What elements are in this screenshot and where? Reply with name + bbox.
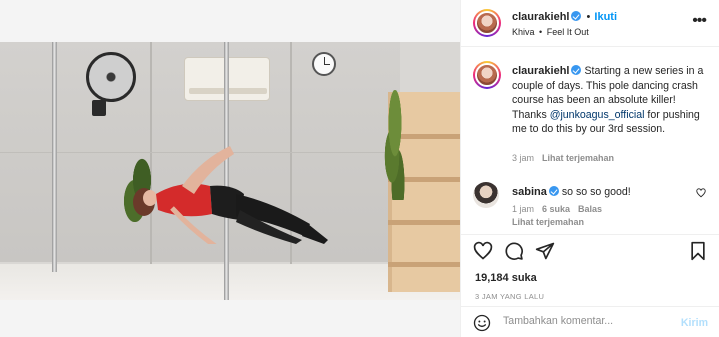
caption-meta: 3 jam Lihat terjemahan [512,153,614,163]
hanging-plant [380,90,410,200]
comment-translate-link[interactable]: Lihat terjemahan [512,217,584,227]
post-comment-button[interactable]: Kirim [681,317,708,329]
post-timestamp[interactable]: 3 JAM YANG LALU [475,292,544,301]
avatar-photo [473,182,499,208]
comment-meta: 1 jam 6 suka Balas [512,204,602,214]
like-button[interactable] [472,240,494,262]
post-media[interactable] [0,0,460,337]
share-icon [535,242,555,260]
likes-count[interactable]: 19,184 suka [475,272,537,284]
mention-link[interactable]: @junkoagus_official [550,109,645,121]
verified-badge-icon [571,11,582,21]
emoji-button[interactable] [473,314,491,335]
post-subtitle: Khiva • Feel It Out [512,27,589,37]
verified-badge-icon [571,65,582,75]
author-avatar[interactable] [473,9,501,37]
caption-avatar[interactable] [473,61,501,89]
wall-clock [312,52,336,76]
comment-text: sabina so so so good! [512,186,631,198]
bookmark-icon [691,241,705,261]
caption-time[interactable]: 3 jam [512,153,534,163]
comment-input[interactable] [503,315,673,327]
comment-item: sabina so so so good! 1 jam 6 suka Balas L… [461,180,719,232]
comment-body: so so so good! [561,186,631,198]
heart-icon [473,241,493,260]
location-link[interactable]: Khiva [512,27,535,37]
audio-link[interactable]: Feel It Out [547,27,589,37]
more-options-button[interactable]: ••• [692,12,707,29]
comment-translate-row: Lihat terjemahan [512,217,584,227]
wall-fan-mount [92,100,106,116]
dance-pole [52,42,57,272]
avatar-photo [475,11,499,35]
follow-button[interactable]: Ikuti [594,11,617,23]
caption-text: claurakiehl Starting a new series in a c… [512,64,712,137]
heart-icon [696,188,706,198]
share-button[interactable] [534,240,556,262]
dancer-figure [133,146,328,244]
post-header: claurakiehl • Ikuti Khiva • Feel It Out •… [461,0,719,47]
author-username[interactable]: claurakiehl [512,11,569,23]
comment-button[interactable] [503,240,525,262]
caption-username[interactable]: claurakiehl [512,65,569,77]
avatar-photo [475,63,499,87]
comment-time[interactable]: 1 jam [512,204,534,214]
shelf-board [388,262,460,267]
shelf-board [388,220,460,225]
action-bar [461,238,719,264]
reply-button[interactable]: Balas [578,204,602,214]
comment-likes[interactable]: 6 suka [542,204,570,214]
video-frame[interactable] [0,42,460,300]
divider [461,234,719,235]
author-line: claurakiehl • Ikuti [512,11,617,23]
post-details-panel: claurakiehl • Ikuti Khiva • Feel It Out •… [460,0,719,337]
add-comment-bar: Kirim [461,306,719,337]
wall-fan [86,52,136,102]
more-horizontal-icon: ••• [692,12,707,29]
separator-dot: • [539,27,543,37]
comment-like-button[interactable] [696,188,706,201]
separator-dot: • [586,11,591,23]
caption-translate-link[interactable]: Lihat terjemahan [542,153,614,163]
commenter-username[interactable]: sabina [512,186,547,198]
verified-badge-icon [548,186,559,196]
save-button[interactable] [687,240,709,262]
emoji-icon [473,314,491,332]
comment-icon [505,242,523,260]
commenter-avatar[interactable] [473,182,499,208]
